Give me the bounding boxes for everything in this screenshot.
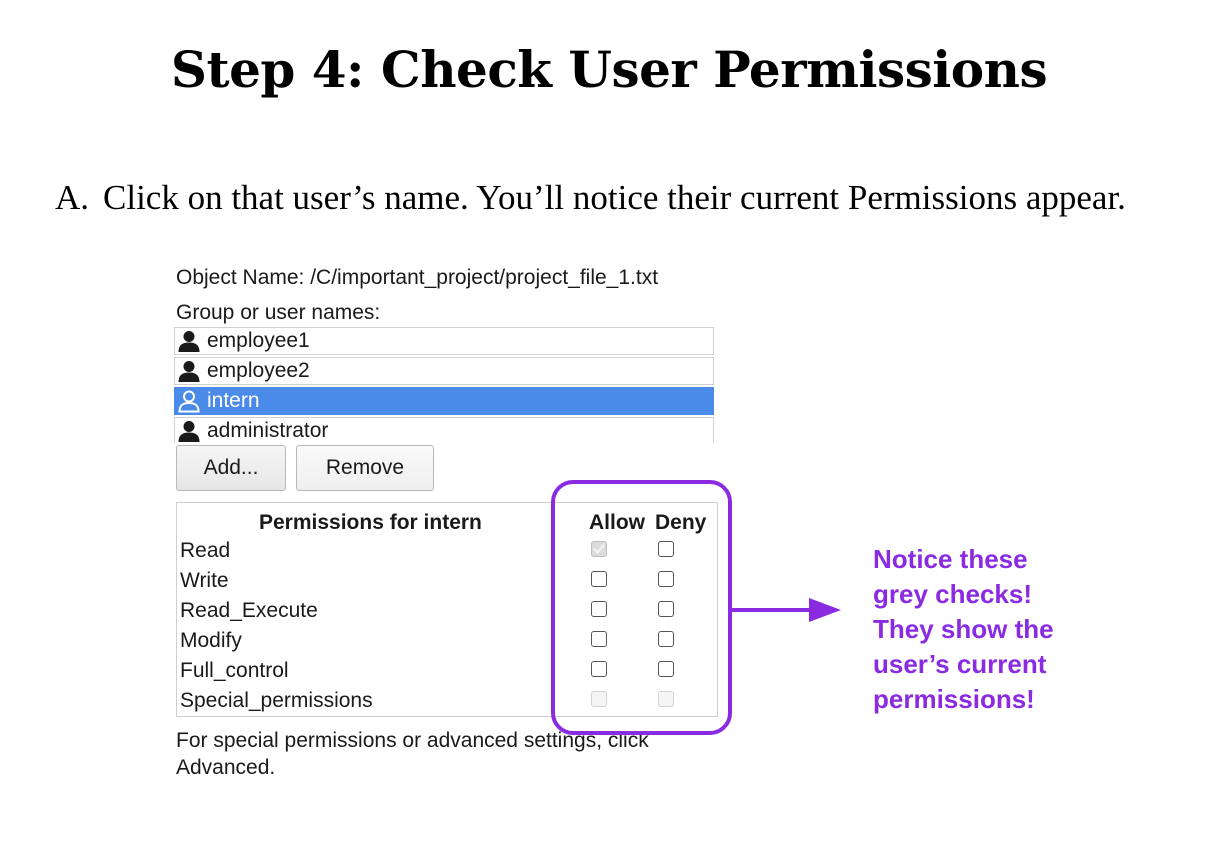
user-name: intern	[207, 389, 260, 412]
permission-label-full-control: Full_control	[180, 659, 289, 682]
permission-label-modify: Modify	[180, 629, 242, 652]
annotation-callout: Notice these grey checks! They show the …	[873, 542, 1133, 717]
page-title: Step 4: Check User Permissions	[170, 40, 1048, 99]
user-icon	[177, 359, 201, 383]
user-list[interactable]: employee1 employee2 intern administrator	[174, 327, 716, 442]
user-name: employee1	[207, 329, 310, 352]
user-icon	[177, 329, 201, 353]
user-icon	[177, 389, 201, 413]
user-name: employee2	[207, 359, 310, 382]
user-row-intern[interactable]: intern	[174, 387, 714, 415]
arrow-right-icon	[731, 598, 841, 622]
group-user-names-label: Group or user names:	[176, 301, 381, 324]
add-button[interactable]: Add...	[176, 445, 286, 491]
object-name-label: Object Name: /C/important_project/projec…	[176, 266, 659, 289]
instruction-body: Click on that user’s name. You’ll notice…	[103, 178, 1126, 217]
highlight-box	[551, 480, 732, 735]
permission-label-read-execute: Read_Execute	[180, 599, 318, 622]
permission-label-write: Write	[180, 569, 229, 592]
annotation-line: Notice these	[873, 544, 1028, 574]
instruction-letter: A.	[55, 178, 90, 217]
user-icon	[177, 419, 201, 442]
annotation-line: grey checks!	[873, 579, 1032, 609]
permissions-title: Permissions for intern	[259, 511, 482, 534]
annotation-line: user’s current	[873, 649, 1047, 679]
annotation-line: permissions!	[873, 684, 1035, 714]
user-name: administrator	[207, 419, 329, 442]
instruction-text: A. Click on that user’s name. You’ll noti…	[55, 178, 1126, 218]
user-row-administrator[interactable]: administrator	[174, 417, 714, 442]
user-row-employee1[interactable]: employee1	[174, 327, 714, 355]
advanced-note: For special permissions or advanced sett…	[176, 729, 649, 779]
annotation-line: They show the	[873, 614, 1054, 644]
remove-button[interactable]: Remove	[296, 445, 434, 491]
user-row-employee2[interactable]: employee2	[174, 357, 714, 385]
permission-label-special-permissions: Special_permissions	[180, 689, 373, 712]
permission-label-read: Read	[180, 539, 231, 562]
